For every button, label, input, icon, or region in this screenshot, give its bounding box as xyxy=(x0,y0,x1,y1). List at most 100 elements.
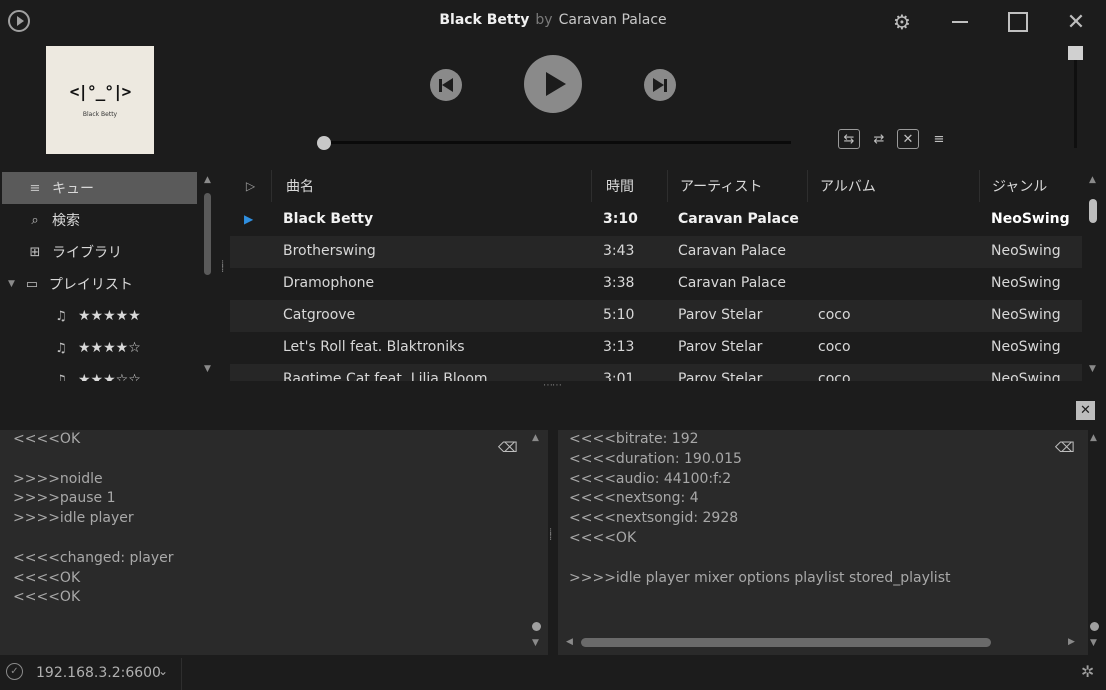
play-icon xyxy=(545,72,566,96)
splitter-vertical[interactable]: ⁞ ⁞ xyxy=(221,260,224,275)
divider xyxy=(181,658,182,690)
cell-album: coco xyxy=(818,339,851,355)
volume-handle[interactable] xyxy=(1068,46,1083,60)
table-row[interactable]: Let's Roll feat. Blaktroniks 3:13 Parov … xyxy=(230,332,1082,364)
scroll-down-arrow[interactable]: ▼ xyxy=(204,364,211,374)
sidebar-item-playlist-4star[interactable]: ♫ ★★★★☆ xyxy=(2,332,197,364)
cell-genre: NeoSwing xyxy=(991,275,1061,291)
now-playing-title: Black Betty by Caravan Palace xyxy=(0,12,1106,28)
cell-title: Black Betty xyxy=(283,211,374,227)
by-label: by xyxy=(535,12,553,28)
single-icon[interactable]: ⇄ xyxy=(868,129,890,149)
cell-title: Ragtime Cat feat. Lilja Bloom xyxy=(283,371,488,381)
album-cover: <|°_°|> Black Betty xyxy=(46,46,154,154)
repeat-icon[interactable]: ⇆ xyxy=(838,129,860,149)
scroll-up-arrow[interactable]: ▲ xyxy=(204,175,211,185)
cell-genre: NeoSwing xyxy=(991,243,1061,259)
column-header-album[interactable]: アルバム xyxy=(808,170,980,202)
play-button[interactable] xyxy=(524,55,582,113)
horizontal-scrollbar[interactable] xyxy=(581,638,991,647)
sidebar-item-label: ★★★★☆ xyxy=(78,340,141,356)
sidebar-item-label: プレイリスト xyxy=(48,277,133,293)
sidebar-item-playlist-3star[interactable]: ♫ ★★★☆☆ xyxy=(2,364,197,381)
log-right-panel: <<<<bitrate: 192 <<<<duration: 190.015 <… xyxy=(558,430,1088,655)
eraser-icon[interactable]: ⌫ xyxy=(1055,440,1075,456)
cell-artist: Caravan Palace xyxy=(678,211,799,227)
scroll-down-arrow[interactable]: ▼ xyxy=(1089,364,1096,374)
play-column-header[interactable]: ▷ xyxy=(230,170,272,202)
chevron-down-icon[interactable]: ⌄ xyxy=(158,664,168,678)
scroll-right-arrow[interactable]: ▶ xyxy=(1068,637,1075,647)
column-header-time[interactable]: 時間 xyxy=(592,170,668,202)
sidebar-item-label: ライブラリ xyxy=(52,245,122,261)
cell-time: 3:01 xyxy=(603,371,635,381)
table-row[interactable]: Catgroove 5:10 Parov Stelar coco NeoSwin… xyxy=(230,300,1082,332)
scroll-thumb[interactable] xyxy=(532,622,541,631)
volume-slider[interactable] xyxy=(1074,46,1077,148)
close-debug-button[interactable]: ✕ xyxy=(1076,401,1095,420)
cell-artist: Parov Stelar xyxy=(678,307,763,323)
cell-genre: NeoSwing xyxy=(991,339,1061,355)
consume-icon[interactable]: ≡ xyxy=(928,129,950,149)
scroll-up-arrow[interactable]: ▲ xyxy=(532,433,539,443)
scroll-left-arrow[interactable]: ◀ xyxy=(566,637,573,647)
cell-artist: Parov Stelar xyxy=(678,339,763,355)
cell-genre: NeoSwing xyxy=(991,211,1070,227)
cell-artist: Parov Stelar xyxy=(678,371,763,381)
table-row[interactable]: ▶ Black Betty 3:10 Caravan Palace NeoSwi… xyxy=(230,204,1082,236)
table-row[interactable]: Ragtime Cat feat. Lilja Bloom 3:01 Parov… xyxy=(230,364,1082,381)
splitter-vertical[interactable]: ⁞ ⁞ xyxy=(549,528,552,543)
bug-icon[interactable]: ✲ xyxy=(1081,662,1094,681)
cell-time: 3:10 xyxy=(603,211,638,227)
playlist-icon: ♫ xyxy=(55,340,67,356)
previous-button[interactable] xyxy=(430,69,462,101)
sidebar-item-library[interactable]: ⊞ ライブラリ xyxy=(2,236,197,268)
cell-time: 3:13 xyxy=(603,339,635,355)
cell-genre: NeoSwing xyxy=(991,371,1061,381)
search-icon: ⌕ xyxy=(31,212,39,228)
cell-genre: NeoSwing xyxy=(991,307,1061,323)
eraser-icon[interactable]: ⌫ xyxy=(498,440,518,456)
library-icon: ⊞ xyxy=(29,244,41,260)
splitter-horizontal[interactable]: ⋯⋯ xyxy=(543,380,562,391)
sidebar-item-label: キュー xyxy=(52,181,94,197)
scroll-thumb[interactable] xyxy=(1090,622,1099,631)
sidebar-item-search[interactable]: ⌕ 検索 xyxy=(2,204,197,236)
check-icon: ✓ xyxy=(6,663,23,680)
cell-time: 3:38 xyxy=(603,275,635,291)
cell-title: Dramophone xyxy=(283,275,375,291)
seek-handle[interactable] xyxy=(317,136,331,150)
cell-album: coco xyxy=(818,307,851,323)
maximize-button[interactable] xyxy=(1002,8,1034,36)
sidebar-item-label: ★★★☆☆ xyxy=(78,372,141,381)
sidebar-item-playlist-5star[interactable]: ♫ ★★★★★ xyxy=(2,300,197,332)
cell-title: Brotherswing xyxy=(283,243,376,259)
table-scrollbar[interactable] xyxy=(1089,199,1097,223)
scroll-down-arrow[interactable]: ▼ xyxy=(532,638,539,648)
scroll-down-arrow[interactable]: ▼ xyxy=(1090,638,1097,648)
sidebar-item-playlists[interactable]: ▼ ▭ プレイリスト xyxy=(2,268,197,300)
minimize-button[interactable] xyxy=(944,8,976,36)
playlist-folder-icon: ▭ xyxy=(25,276,39,292)
column-header-title[interactable]: 曲名 xyxy=(272,170,592,202)
column-header-genre[interactable]: ジャンル xyxy=(980,170,1082,202)
chevron-down-icon[interactable]: ▼ xyxy=(8,279,15,289)
cover-art-text: <|°_°|> xyxy=(69,82,131,101)
shuffle-icon[interactable]: ✕ xyxy=(897,129,919,149)
sidebar-scrollbar[interactable] xyxy=(204,193,211,275)
sidebar-item-queue[interactable]: ≡ キュー xyxy=(2,172,197,204)
next-button[interactable] xyxy=(644,69,676,101)
cell-time: 5:10 xyxy=(603,307,635,323)
table-row[interactable]: Dramophone 3:38 Caravan Palace NeoSwing xyxy=(230,268,1082,300)
close-button[interactable]: ✕ xyxy=(1060,8,1092,36)
table-row[interactable]: Brotherswing 3:43 Caravan Palace NeoSwin… xyxy=(230,236,1082,268)
playlist-icon: ♫ xyxy=(55,372,67,382)
scroll-up-arrow[interactable]: ▲ xyxy=(1090,433,1097,443)
seek-bar[interactable] xyxy=(324,141,791,144)
gear-icon[interactable]: ⚙ xyxy=(886,8,918,36)
cell-title: Catgroove xyxy=(283,307,356,323)
scroll-up-arrow[interactable]: ▲ xyxy=(1089,175,1096,185)
column-header-artist[interactable]: アーティスト xyxy=(668,170,808,202)
cell-title: Let's Roll feat. Blaktroniks xyxy=(283,339,465,355)
playing-indicator-icon: ▶ xyxy=(244,212,254,226)
